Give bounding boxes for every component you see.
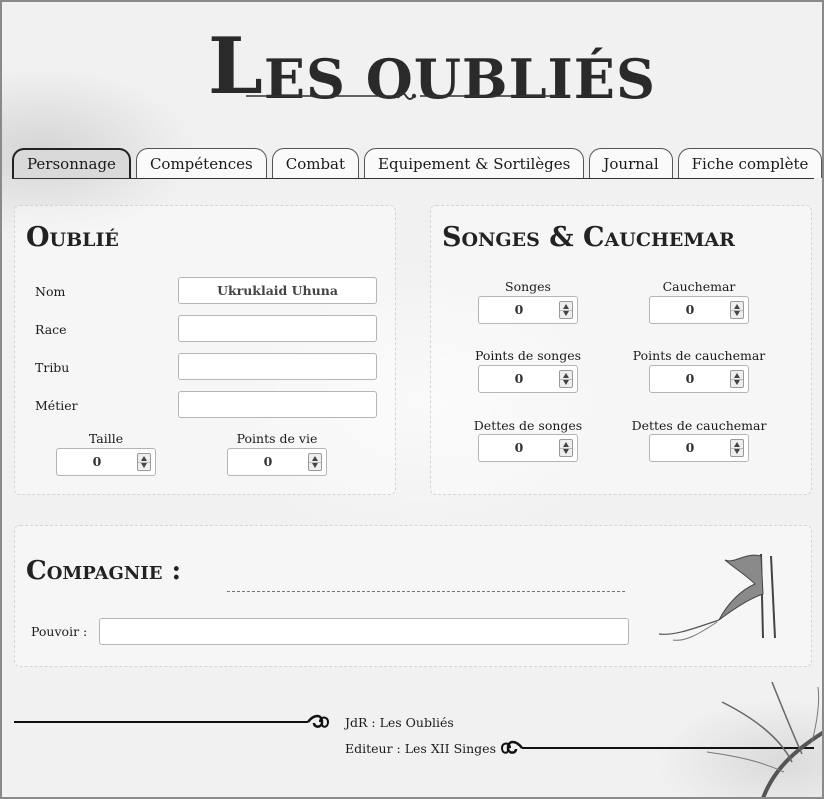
race-label: Race	[35, 322, 67, 337]
songes-cauchemar-title: Songes & Cauchemar	[442, 222, 735, 253]
tab-equipement-sortileges[interactable]: Equipement & Sortilèges	[364, 148, 585, 178]
songes-stepper[interactable]: 0	[478, 296, 578, 324]
dettes-de-cauchemar-value: 0	[685, 440, 695, 455]
cauchemar-stepper[interactable]: 0	[649, 296, 749, 324]
logo: LES OUBLIÉS	[202, 20, 655, 112]
spinner-icon[interactable]	[559, 370, 573, 388]
tribu-field[interactable]	[178, 353, 377, 380]
tab-bar: Personnage Compétences Combat Equipement…	[12, 148, 822, 179]
cauchemar-label: Cauchemar	[662, 279, 736, 294]
compagnie-name-field[interactable]	[227, 572, 625, 592]
oublie-panel: Oublié Nom Ukruklaid Uhuna Race Tribu Mé…	[14, 205, 396, 495]
points-de-vie-stepper[interactable]: 0	[227, 448, 327, 476]
nom-label: Nom	[35, 284, 66, 299]
spinner-icon[interactable]	[559, 301, 573, 319]
tribu-label: Tribu	[35, 360, 70, 375]
songes-cauchemar-panel: Songes & Cauchemar Songes 0 Cauchemar 0 …	[430, 205, 812, 495]
tab-competences[interactable]: Compétences	[135, 148, 267, 178]
banner-flag-icon	[658, 553, 776, 641]
dettes-de-songes-value: 0	[514, 440, 524, 455]
spinner-icon[interactable]	[308, 453, 322, 471]
songes-label: Songes	[505, 279, 551, 294]
race-field[interactable]	[178, 315, 377, 342]
dettes-de-songes-stepper[interactable]: 0	[478, 434, 578, 462]
points-de-songes-stepper[interactable]: 0	[478, 365, 578, 393]
points-de-cauchemar-label: Points de cauchemar	[632, 348, 766, 363]
dettes-de-cauchemar-label: Dettes de cauchemar	[631, 418, 767, 433]
oublie-title: Oublié	[26, 222, 119, 253]
pouvoir-field[interactable]	[99, 618, 629, 645]
footer-game-credit: JdR : Les Oubliés	[345, 715, 454, 730]
spinner-icon[interactable]	[730, 370, 744, 388]
compagnie-title: Compagnie :	[26, 556, 182, 586]
points-de-cauchemar-value: 0	[685, 371, 695, 386]
spinner-icon[interactable]	[730, 439, 744, 457]
taille-value: 0	[92, 454, 102, 469]
points-de-vie-label: Points de vie	[236, 431, 318, 446]
logo-underline-icon	[246, 92, 562, 100]
sheet-frame: LES OUBLIÉS Personnage Compétences Comba…	[0, 0, 824, 799]
songes-value: 0	[514, 302, 524, 317]
metier-field[interactable]	[178, 391, 377, 418]
spinner-icon[interactable]	[559, 439, 573, 457]
cauchemar-value: 0	[685, 302, 695, 317]
metier-label: Métier	[35, 398, 78, 413]
tab-fiche-complete[interactable]: Fiche complète	[677, 148, 822, 178]
spinner-icon[interactable]	[730, 301, 744, 319]
tab-personnage[interactable]: Personnage	[12, 148, 131, 178]
spinner-icon[interactable]	[137, 453, 151, 471]
dettes-de-cauchemar-stepper[interactable]: 0	[649, 434, 749, 462]
taille-label: Taille	[88, 431, 124, 446]
points-de-songes-label: Points de songes	[474, 348, 582, 363]
tab-journal[interactable]: Journal	[589, 148, 673, 178]
compagnie-panel: Compagnie : Pouvoir :	[14, 525, 812, 667]
points-de-songes-value: 0	[514, 371, 524, 386]
tab-combat[interactable]: Combat	[271, 148, 360, 178]
taille-stepper[interactable]: 0	[56, 448, 156, 476]
dettes-de-songes-label: Dettes de songes	[473, 418, 583, 433]
pouvoir-label: Pouvoir :	[31, 624, 88, 639]
points-de-cauchemar-stepper[interactable]: 0	[649, 365, 749, 393]
nom-field[interactable]: Ukruklaid Uhuna	[178, 277, 377, 304]
footer-publisher-credit: Editeur : Les XII Singes	[345, 741, 496, 756]
points-de-vie-value: 0	[263, 454, 273, 469]
